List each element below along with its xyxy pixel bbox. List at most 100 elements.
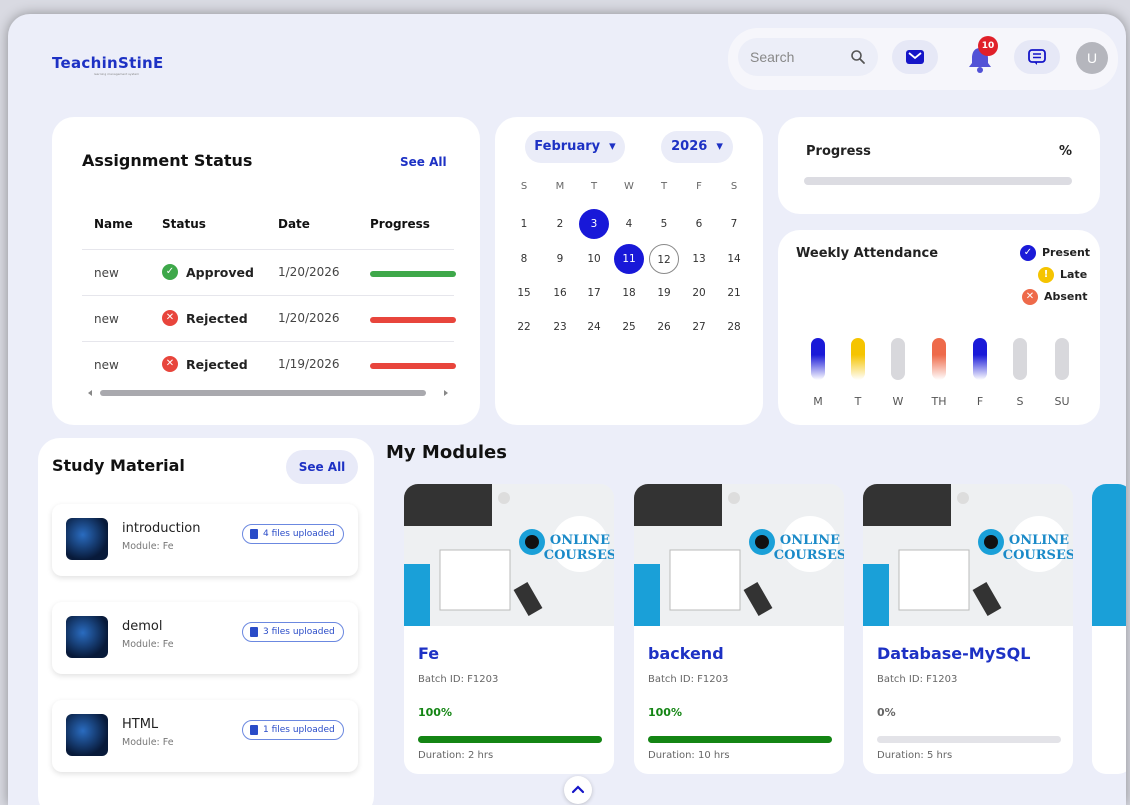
horizontal-scrollbar[interactable] (82, 387, 454, 399)
material-thumbnail (66, 616, 108, 658)
file-icon (250, 529, 258, 539)
year-dropdown[interactable]: 2026 ▾ (661, 131, 733, 163)
assignment-status: Rejected (186, 311, 248, 326)
files-uploaded-badge[interactable]: 1 files uploaded (242, 720, 344, 740)
user-avatar[interactable]: U (1076, 42, 1108, 74)
calendar-day[interactable]: 1 (509, 209, 539, 239)
calendar-day[interactable]: 12 (649, 244, 679, 274)
module-card[interactable]: ONLINE COURSES Database-MySQL Batch ID: … (863, 484, 1073, 774)
attendance-day-label: S (1016, 395, 1024, 408)
calendar-day[interactable]: 26 (649, 312, 679, 342)
late-exclamation-icon: ! (1038, 267, 1054, 283)
scroll-up-chevron-icon[interactable] (564, 776, 592, 804)
weekly-attendance-title: Weekly Attendance (796, 246, 939, 261)
list-item[interactable]: demol Module: Fe 3 files uploaded (52, 602, 358, 674)
search-box (738, 38, 878, 76)
table-row[interactable]: new ✓ Approved 1/20/2026 (82, 249, 456, 295)
module-progress-percent: 0% (877, 706, 896, 719)
calendar-day[interactable]: 22 (509, 312, 539, 342)
list-item[interactable]: introduction Module: Fe 4 files uploaded (52, 504, 358, 576)
assignment-status-card: Assignment Status See All Name Status Da… (52, 117, 480, 425)
calendar-day[interactable]: 9 (545, 244, 575, 274)
table-row[interactable]: new ✕ Rejected 1/20/2026 (82, 295, 456, 341)
assignment-status-title: Assignment Status (82, 151, 253, 170)
calendar-day[interactable]: 4 (614, 209, 644, 239)
app-frame: TeachinStinE learning management system … (8, 14, 1126, 805)
files-uploaded-badge[interactable]: 3 files uploaded (242, 622, 344, 642)
module-batch-id: Batch ID: F1203 (877, 674, 958, 685)
calendar-day[interactable]: 19 (649, 278, 679, 308)
file-icon (250, 627, 258, 637)
calendar-day[interactable]: 23 (545, 312, 575, 342)
calendar-day[interactable]: 16 (545, 278, 575, 308)
weekday-label: T (660, 181, 668, 192)
mail-button[interactable] (892, 40, 938, 74)
x-circle-icon: ✕ (162, 356, 178, 372)
module-card-partial[interactable] (1092, 484, 1126, 774)
list-item[interactable]: HTML Module: Fe 1 files uploaded (52, 700, 358, 772)
attendance-day-label: W (892, 395, 904, 408)
module-batch-id: Batch ID: F1203 (648, 674, 729, 685)
calendar-day[interactable]: 7 (719, 209, 749, 239)
search-icon[interactable] (850, 49, 866, 65)
calendar-day[interactable]: 28 (719, 312, 749, 342)
calendar-day[interactable]: 13 (684, 244, 714, 274)
file-icon (250, 725, 258, 735)
table-row[interactable]: new ✕ Rejected 1/19/2026 (82, 341, 456, 387)
assignment-see-all-link[interactable]: See All (400, 155, 447, 169)
chat-icon (1028, 49, 1046, 65)
messages-button[interactable] (1014, 40, 1060, 74)
my-modules-title: My Modules (386, 442, 507, 463)
calendar-day[interactable]: 5 (649, 209, 679, 239)
material-thumbnail (66, 714, 108, 756)
search-input[interactable] (738, 38, 848, 76)
calendar-day[interactable]: 25 (614, 312, 644, 342)
calendar-day[interactable]: 3 (579, 209, 609, 239)
weekday-label: M (555, 181, 565, 192)
module-duration: Duration: 5 hrs (877, 750, 953, 761)
column-header-date: Date (278, 217, 310, 231)
calendar-day[interactable]: 21 (719, 278, 749, 308)
column-header-progress: Progress (370, 217, 430, 231)
calendar-day[interactable]: 18 (614, 278, 644, 308)
material-module: Module: Fe (122, 639, 174, 650)
calendar-day[interactable]: 14 (719, 244, 749, 274)
scroll-left-arrow-icon (88, 390, 92, 396)
attendance-day-label: SU (1054, 395, 1070, 408)
calendar-day[interactable]: 11 (614, 244, 644, 274)
calendar-day[interactable]: 8 (509, 244, 539, 274)
files-uploaded-label: 1 files uploaded (263, 725, 335, 735)
module-name: Fe (418, 644, 440, 663)
module-card[interactable]: ONLINE COURSES Fe Batch ID: F1203 100% D… (404, 484, 614, 774)
study-material-see-all-button[interactable]: See All (286, 450, 358, 484)
svg-text:ONLINE: ONLINE (550, 533, 610, 548)
progress-track (804, 177, 1072, 185)
weekday-label: W (624, 181, 634, 192)
calendar-day[interactable]: 2 (545, 209, 575, 239)
module-progress-track (648, 736, 832, 743)
legend-present: Present (1042, 246, 1091, 259)
assignment-date: 1/19/2026 (278, 357, 340, 371)
chevron-down-icon: ▾ (604, 139, 616, 154)
calendar-day[interactable]: 15 (509, 278, 539, 308)
files-uploaded-badge[interactable]: 4 files uploaded (242, 524, 344, 544)
absent-x-icon: ✕ (1022, 289, 1038, 305)
legend-absent: Absent (1044, 290, 1088, 303)
attendance-day-label: T (854, 395, 862, 408)
module-progress-fill (648, 736, 832, 743)
attendance-bar (811, 338, 825, 380)
calendar-day[interactable]: 17 (579, 278, 609, 308)
calendar-day[interactable]: 10 (579, 244, 609, 274)
calendar-day[interactable]: 20 (684, 278, 714, 308)
month-dropdown[interactable]: February ▾ (525, 131, 625, 163)
svg-text:COURSES: COURSES (544, 548, 614, 563)
calendar-day[interactable]: 27 (684, 312, 714, 342)
attendance-bar (973, 338, 987, 380)
material-name: demol (122, 619, 163, 634)
calendar-day[interactable]: 24 (579, 312, 609, 342)
logo-tagline: learning management system (94, 72, 140, 76)
calendar-day[interactable]: 6 (684, 209, 714, 239)
app-logo[interactable]: TeachinStinE (52, 54, 164, 72)
year-label: 2026 (671, 139, 708, 154)
module-card[interactable]: ONLINE COURSES backend Batch ID: F1203 1… (634, 484, 844, 774)
